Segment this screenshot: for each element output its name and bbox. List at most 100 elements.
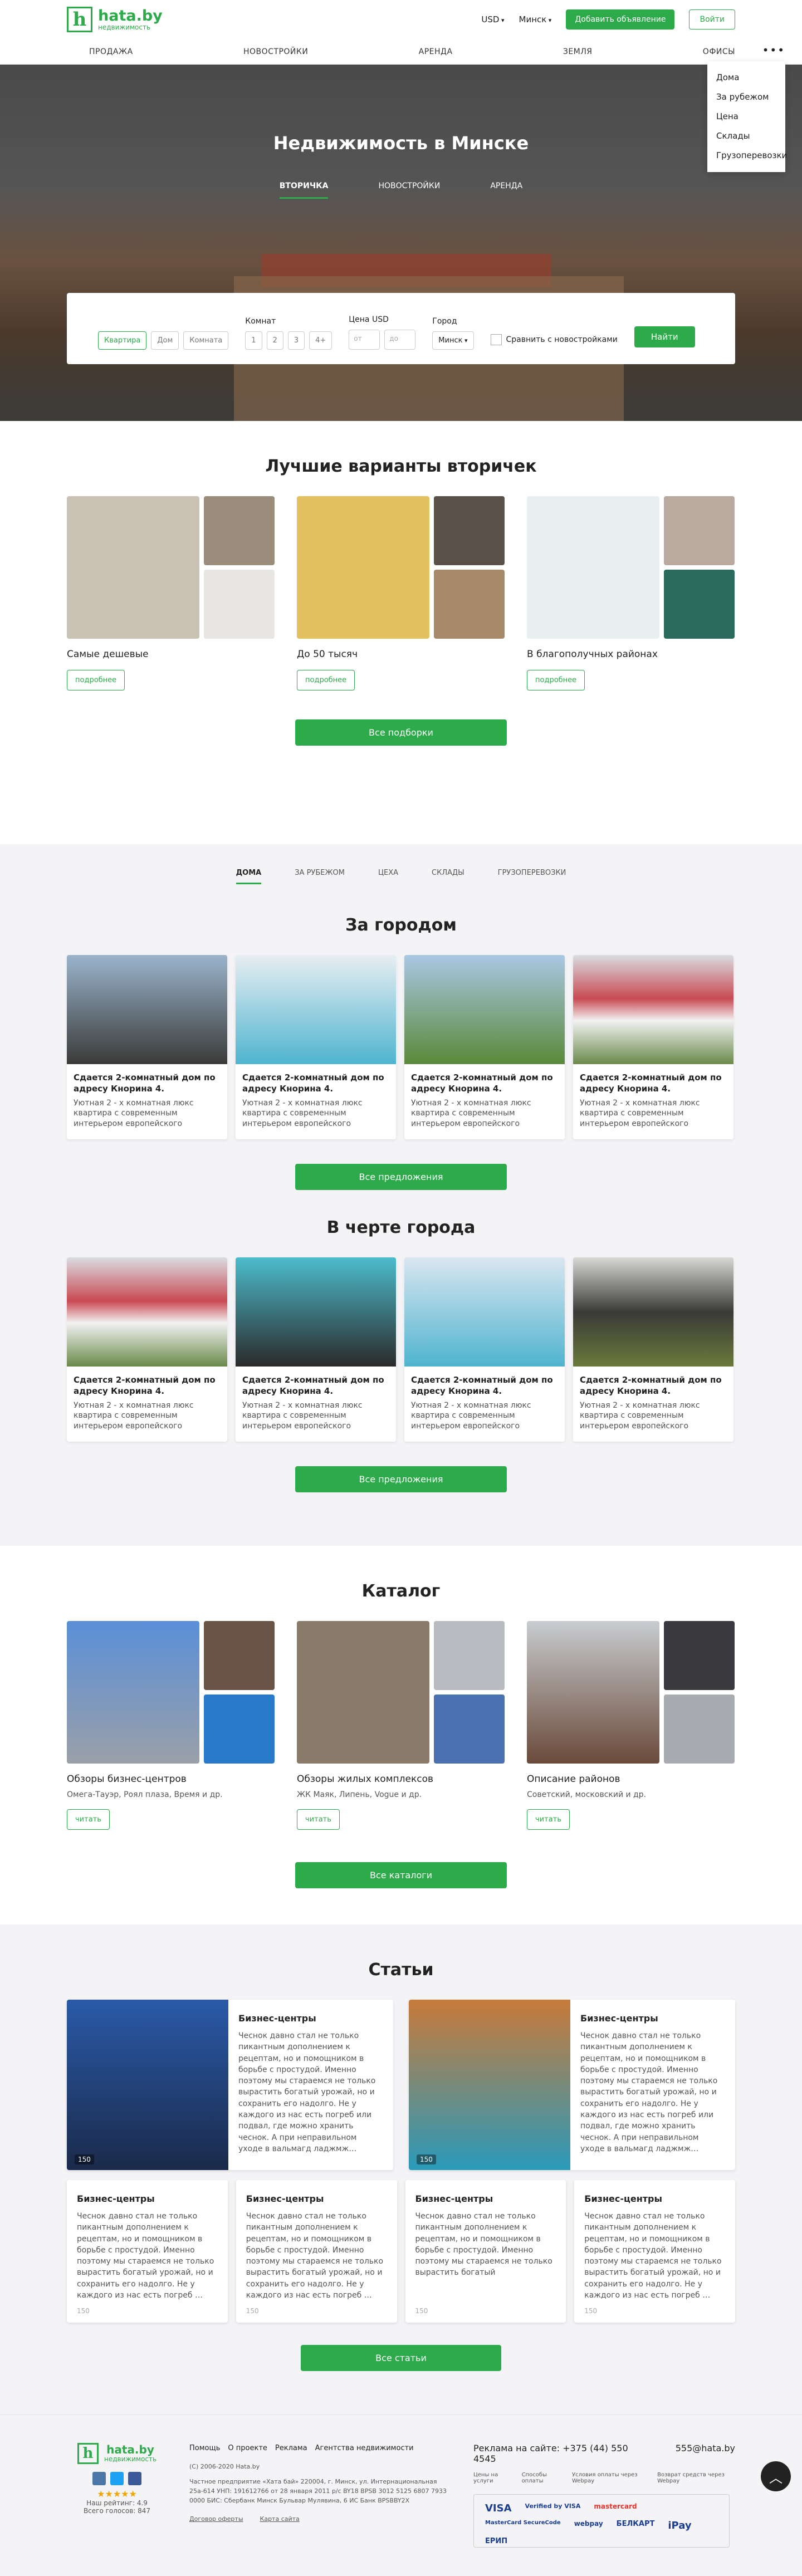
listing-card[interactable]: Сдается 2-комнатный дом по адресу Кнорин… (67, 955, 227, 1139)
footer-logo[interactable]: h hata.by недвижимость (67, 2443, 167, 2464)
city-dropdown[interactable]: Минск (432, 331, 474, 350)
price-from-input[interactable]: от (349, 330, 380, 350)
tab-new[interactable]: НОВОСТРОЙКИ (378, 182, 440, 199)
payment-logos: VISA Verified by VISA mastercard MasterC… (473, 2494, 730, 2548)
listing-card[interactable]: Сдается 2-комнатный дом по адресу Кнорин… (236, 955, 396, 1139)
rooms-1[interactable]: 1 (245, 331, 262, 350)
type-room[interactable]: Комната (183, 331, 229, 350)
article-card[interactable]: Бизнес-центры Чеснок давно стал не только… (574, 2180, 735, 2323)
facebook-icon[interactable] (128, 2472, 141, 2485)
city-label: Город (432, 317, 457, 326)
read-button[interactable]: читать (527, 1809, 570, 1830)
cat-cargo[interactable]: ГРУЗОПЕРЕВОЗКИ (498, 869, 566, 884)
ipay-icon: iPay (668, 2520, 692, 2531)
login-button[interactable]: Войти (689, 9, 735, 30)
all-articles-button[interactable]: Все статьи (301, 2345, 501, 2371)
article-heading: Бизнес-центры (77, 2193, 155, 2204)
photo-image (236, 1257, 396, 1367)
views-count: 150 (75, 2154, 94, 2164)
article-card[interactable]: Бизнес-центры Чеснок давно стал не только… (405, 2180, 566, 2323)
listing-card[interactable]: Сдается 2-комнатный дом по адресу Кнорин… (573, 1257, 733, 1442)
offer-link[interactable]: Договор оферты (189, 2514, 243, 2524)
city-select[interactable]: Минск (519, 14, 552, 25)
tab-rent[interactable]: АРЕНДА (490, 182, 522, 199)
dropdown-item-houses[interactable]: Дома (716, 68, 776, 87)
footer-link-help[interactable]: Помощь (189, 2443, 220, 2454)
all-offers-button[interactable]: Все предложения (295, 1466, 507, 1492)
logo-icon: h (67, 7, 92, 32)
listing-card[interactable]: Сдается 2-комнатный дом по адресу Кнорин… (404, 955, 565, 1139)
pay-link[interactable]: Возврат средств через Webpay (657, 2472, 735, 2484)
currency-select[interactable]: USD (481, 14, 504, 25)
nav-item-sale[interactable]: ПРОДАЖА (89, 47, 133, 56)
scroll-up-icon[interactable]: ︿ (761, 2461, 791, 2491)
find-button[interactable]: Найти (634, 326, 695, 347)
views-count: 150 (77, 2307, 90, 2315)
dropdown-item-abroad[interactable]: За рубежом (716, 87, 776, 107)
cat-abroad[interactable]: ЗА РУБЕЖОМ (295, 869, 345, 884)
cat-workshops[interactable]: ЦЕХА (378, 869, 398, 884)
listing-card[interactable]: Сдается 2-комнатный дом по адресу Кнорин… (573, 955, 733, 1139)
pay-link[interactable]: Способы оплаты (522, 2472, 563, 2484)
nav-item-land[interactable]: ЗЕМЛЯ (563, 47, 593, 56)
nav-item-rent[interactable]: АРЕНДА (419, 47, 453, 56)
card-desc: Уютная 2 - х комнатная люкс квартира с с… (74, 1400, 194, 1431)
photo-image (67, 955, 227, 1064)
listing-card[interactable]: Сдается 2-комнатный дом по адресу Кнорин… (67, 1257, 227, 1442)
dropdown-item-cargo[interactable]: Грузоперевозки (716, 146, 787, 165)
article-card[interactable]: Бизнес-центры Чеснок давно стал не только… (236, 2180, 397, 2323)
cat-houses[interactable]: ДОМА (236, 869, 262, 884)
more-dropdown: Дома За рубежом Цена Склады Грузоперевоз… (707, 61, 787, 172)
logo[interactable]: h hata.by недвижимость (67, 7, 163, 32)
catalog-section: Каталог Обзоры бизнес-центров Омега-Тауэ… (0, 1546, 802, 1924)
nav-item-offices[interactable]: ОФИСЫ (703, 47, 735, 56)
read-button[interactable]: читать (297, 1809, 340, 1830)
ad-phone[interactable]: Реклама на сайте: +375 (44) 550 4545 (473, 2443, 653, 2464)
nav-item-new[interactable]: НОВОСТРОЙКИ (243, 47, 308, 56)
all-collections-button[interactable]: Все подборки (295, 719, 507, 746)
vk-icon[interactable] (92, 2472, 106, 2485)
sitemap-link[interactable]: Карта сайта (260, 2514, 300, 2524)
logo-title: hata.by (106, 2443, 154, 2456)
details-button[interactable]: подробнее (297, 670, 355, 690)
listing-card[interactable]: Сдается 2-комнатный дом по адресу Кнорин… (236, 1257, 396, 1442)
compare-label: Сравнить с новостройками (506, 335, 618, 344)
pay-link[interactable]: Условия оплаты через Webpay (572, 2472, 648, 2484)
rooms-2[interactable]: 2 (266, 331, 283, 350)
securecode-icon: MasterCard SecureCode (485, 2520, 561, 2526)
details-button[interactable]: подробнее (67, 670, 125, 690)
article-card[interactable]: Бизнес-центры Чеснок давно стал не только… (67, 2180, 228, 2323)
cat-warehouses[interactable]: СКЛАДЫ (432, 869, 464, 884)
compare-checkbox[interactable]: Сравнить с новостройками (490, 334, 618, 350)
card-desc: Уютная 2 - х комнатная люкс квартира с с… (411, 1400, 531, 1431)
ad-email[interactable]: 555@hata.by (676, 2443, 735, 2464)
twitter-icon[interactable] (110, 2472, 124, 2485)
rooms-4plus[interactable]: 4+ (309, 331, 332, 350)
all-catalogs-button[interactable]: Все каталоги (295, 1862, 507, 1888)
rooms-3[interactable]: 3 (287, 331, 305, 350)
footer-link-ads[interactable]: Реклама (275, 2443, 307, 2454)
dropdown-item-warehouses[interactable]: Склады (716, 126, 776, 146)
card-title: Сдается 2-комнатный дом по адресу Кнорин… (411, 1072, 553, 1094)
catalog-item: Обзоры жилых комплексов ЖК Маяк, Липень,… (297, 1621, 505, 1830)
card-title: Сдается 2-комнатный дом по адресу Кнорин… (74, 1072, 216, 1094)
photo-image (404, 955, 565, 1064)
article-card[interactable]: 150 Бизнес-центры Чеснок давно стал не тол… (67, 2000, 393, 2170)
add-listing-button[interactable]: Добавить объявление (566, 9, 675, 30)
read-button[interactable]: читать (67, 1809, 110, 1830)
pay-link[interactable]: Цены на услуги (473, 2472, 513, 2484)
type-apartment[interactable]: Квартира (98, 331, 147, 350)
all-offers-button[interactable]: Все предложения (295, 1164, 507, 1190)
listing-card[interactable]: Сдается 2-комнатный дом по адресу Кнорин… (404, 1257, 565, 1442)
footer-link-agencies[interactable]: Агентства недвижимости (315, 2443, 414, 2454)
logo-icon: h (77, 2443, 99, 2464)
type-house[interactable]: Дом (151, 331, 179, 350)
more-icon[interactable]: ••• (762, 43, 785, 57)
dropdown-item-price[interactable]: Цена (716, 107, 776, 126)
price-to-input[interactable]: до (384, 330, 416, 350)
tab-secondary[interactable]: ВТОРИЧКА (279, 182, 329, 199)
footer-link-about[interactable]: О проекте (228, 2443, 267, 2454)
hero-title: Недвижимость в Минске (273, 133, 529, 154)
article-card[interactable]: 150 Бизнес-центры Чеснок давно стал не тол… (409, 2000, 735, 2170)
details-button[interactable]: подробнее (527, 670, 585, 690)
